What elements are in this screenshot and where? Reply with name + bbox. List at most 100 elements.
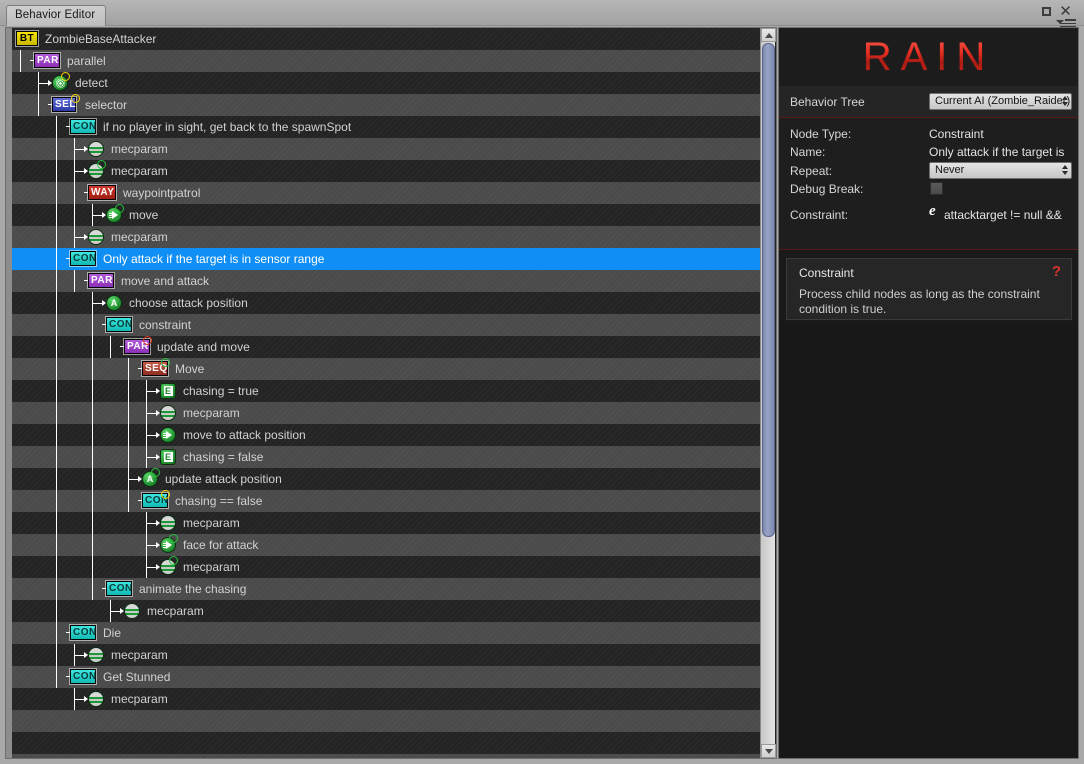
decorator-green-icon <box>169 556 178 565</box>
row-gutter <box>6 402 12 424</box>
move-node-icon[interactable] <box>160 427 176 443</box>
mecanim-node-icon[interactable] <box>88 229 104 245</box>
tree-connector <box>74 182 75 204</box>
tab-behavior-editor[interactable]: Behavior Editor <box>6 5 106 26</box>
mecanim-node-icon[interactable] <box>124 603 140 619</box>
tree-connector <box>56 468 57 490</box>
mecanim-node-icon[interactable] <box>88 691 104 707</box>
tree-connector <box>92 578 93 589</box>
expression-node-icon[interactable]: E <box>160 383 176 399</box>
row-gutter <box>6 182 12 204</box>
node-badge-par[interactable]: PAR <box>34 53 60 68</box>
tree-row-label: move and attack <box>121 274 210 288</box>
tree-row[interactable]: mecparam <box>6 226 763 248</box>
tree-row[interactable]: mecparam <box>6 644 763 666</box>
decorator-yellow-icon <box>61 72 70 81</box>
tree-row[interactable]: CON animate the chasing <box>6 578 763 600</box>
node-badge-way[interactable]: WAY <box>88 185 116 200</box>
node-badge-bt[interactable]: BT <box>16 31 38 46</box>
tree-row-label: chasing = true <box>183 384 259 398</box>
behavior-tree-dropdown[interactable]: Current AI (Zombie_Raider) <box>929 93 1072 110</box>
behavior-tree-panel[interactable]: BT ZombieBaseAttacker PAR parallel detect SEL… <box>5 27 777 759</box>
tree-row[interactable]: mecparam <box>6 556 763 578</box>
tree-row[interactable]: mecparam <box>6 688 763 710</box>
tree-row[interactable] <box>6 754 763 758</box>
node-properties-section: Node Type: Constraint Name: Only attack … <box>779 118 1078 250</box>
tree-row[interactable]: PAR update and move <box>6 336 763 358</box>
tree-connector <box>110 600 111 611</box>
tree-row[interactable]: mecparam <box>6 402 763 424</box>
node-badge-con[interactable]: CON <box>70 669 96 684</box>
node-badge-par[interactable]: PAR <box>88 273 114 288</box>
tree-row[interactable]: PAR parallel <box>6 50 763 72</box>
tree-row[interactable]: move to attack position <box>6 424 763 446</box>
action-node-icon[interactable]: A <box>106 295 122 311</box>
tree-row-label: Only attack if the target is in sensor r… <box>103 252 325 266</box>
tree-row[interactable]: mecparam <box>6 160 763 182</box>
tree-row[interactable]: SEL selector <box>6 94 763 116</box>
row-gutter <box>6 72 12 94</box>
row-gutter <box>6 292 12 314</box>
row-gutter <box>6 600 12 622</box>
tree-row[interactable]: PAR move and attack <box>6 270 763 292</box>
tree-row[interactable]: CON Die <box>6 622 763 644</box>
constraint-value[interactable]: attacktarget != null && <box>944 208 1062 222</box>
tree-connector <box>110 336 111 347</box>
tree-row[interactable]: mecparam <box>6 512 763 534</box>
node-badge-con[interactable]: CON <box>70 119 96 134</box>
tree-connector <box>92 468 93 490</box>
mecanim-node-icon[interactable] <box>88 647 104 663</box>
tree-row[interactable]: Echasing = false <box>6 446 763 468</box>
tree-row-label: face for attack <box>183 538 259 552</box>
tree-connector <box>56 534 57 556</box>
debug-break-checkbox[interactable] <box>930 182 943 195</box>
row-gutter <box>6 270 12 292</box>
tree-row[interactable]: CON Get Stunned <box>6 666 763 688</box>
tree-row[interactable]: WAY waypointpatrol <box>6 182 763 204</box>
help-icon[interactable]: ? <box>1052 263 1061 280</box>
expression-node-icon[interactable]: E <box>160 449 176 465</box>
tree-row[interactable]: detect <box>6 72 763 94</box>
hamburger-menu-icon[interactable] <box>1056 17 1076 28</box>
mecanim-node-icon[interactable] <box>88 141 104 157</box>
constraint-label: Constraint: <box>790 208 849 222</box>
mecanim-node-icon[interactable] <box>160 405 176 421</box>
node-badge-con[interactable]: CON <box>70 251 96 266</box>
tree-row[interactable]: CON if no player in sight, get back to th… <box>6 116 763 138</box>
tree-row[interactable]: Echasing = true <box>6 380 763 402</box>
tree-row-label: mecparam <box>111 692 168 706</box>
tree-row[interactable]: move <box>6 204 763 226</box>
tree-row[interactable]: CON constraint <box>6 314 763 336</box>
tree-row[interactable]: Aupdate attack position <box>6 468 763 490</box>
node-badge-con[interactable]: CON <box>70 625 96 640</box>
tree-row[interactable]: BT ZombieBaseAttacker <box>6 28 763 50</box>
tree-row[interactable]: face for attack <box>6 534 763 556</box>
scroll-up-arrow-icon[interactable] <box>761 28 776 42</box>
node-badge-con[interactable]: CON <box>106 581 132 596</box>
row-gutter <box>6 358 12 380</box>
tree-connector <box>92 446 93 468</box>
tree-row-label: Get Stunned <box>103 670 171 684</box>
description-title: Constraint <box>799 266 854 280</box>
tree-row[interactable]: mecparam <box>6 138 763 160</box>
decorator-red-icon <box>143 336 152 345</box>
scrollbar-thumb[interactable] <box>762 43 775 537</box>
node-badge-con[interactable]: CON <box>106 317 132 332</box>
mecanim-node-icon[interactable] <box>160 515 176 531</box>
tree-row-label: constraint <box>139 318 192 332</box>
tree-row-label: chasing == false <box>175 494 263 508</box>
tree-row[interactable] <box>6 732 763 754</box>
tree-row[interactable]: CON Only attack if the target is in senso… <box>6 248 763 270</box>
tree-row[interactable]: Achoose attack position <box>6 292 763 314</box>
repeat-dropdown[interactable]: Never <box>929 162 1072 179</box>
tree-vertical-scrollbar[interactable] <box>760 28 776 758</box>
tree-row[interactable]: CON chasing == false <box>6 490 763 512</box>
stepper-icon <box>1061 96 1068 109</box>
scroll-down-arrow-icon[interactable] <box>761 744 776 758</box>
maximize-icon[interactable] <box>1042 7 1051 16</box>
tree-row[interactable]: SEQ Move <box>6 358 763 380</box>
tree-row[interactable]: mecparam <box>6 600 763 622</box>
tree-connector <box>128 402 129 424</box>
tree-row[interactable] <box>6 710 763 732</box>
tree-row-label: waypointpatrol <box>123 186 201 200</box>
